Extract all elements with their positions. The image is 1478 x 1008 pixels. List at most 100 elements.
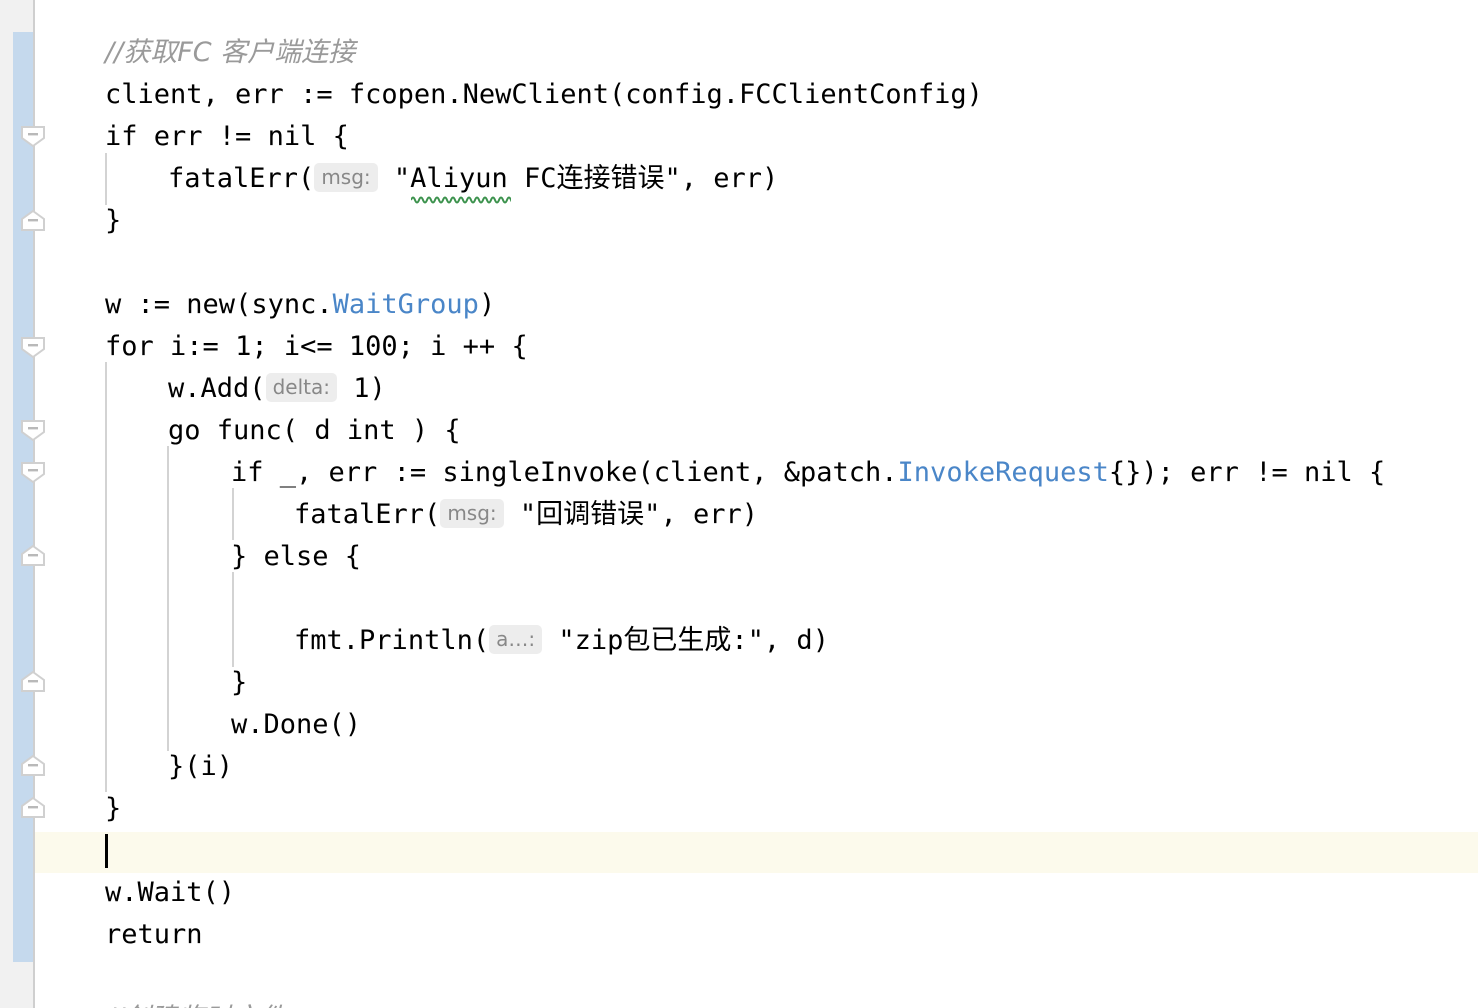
- line-fatal-err-callback[interactable]: fatalErr(msg: "回调错误", err): [0, 494, 758, 536]
- token-number: 1: [235, 331, 252, 362]
- token-keyword: return: [105, 919, 203, 950]
- token-function: Add: [200, 373, 250, 404]
- parameter-hint-chip[interactable]: a…:: [489, 625, 543, 654]
- token-package: config: [625, 79, 723, 110]
- token-variable: err: [328, 457, 378, 488]
- line-content: } else {: [0, 536, 361, 578]
- token-function: fatalErr: [168, 163, 299, 194]
- token-function: Wait: [137, 877, 203, 908]
- line-wait-group[interactable]: w := new(sync.WaitGroup): [0, 284, 495, 326]
- token-plain: (): [202, 877, 236, 908]
- token-comment: //获取FC 客户端连接: [105, 37, 356, 68]
- token-plain: :=: [377, 457, 443, 488]
- token-plain: ): [741, 499, 758, 530]
- token-function: Println: [359, 625, 473, 656]
- line-content: w.Done(): [0, 704, 361, 746]
- token-plain: (: [424, 499, 441, 530]
- token-plain: ): [369, 373, 386, 404]
- token-plain: {: [328, 541, 362, 572]
- line-content: }: [0, 200, 121, 242]
- line-fmt-println[interactable]: fmt.Println(a…: "zip包已生成:", d): [0, 620, 829, 662]
- line-wg-done[interactable]: w.Done(): [0, 704, 361, 746]
- token-package: fmt: [294, 625, 343, 656]
- token-plain: (: [472, 625, 490, 656]
- text-caret: [105, 834, 108, 868]
- token-plain: }: [231, 667, 248, 698]
- token-function: fatalErr: [294, 499, 425, 530]
- token-plain: w :=: [105, 289, 187, 320]
- line-new-client[interactable]: client, err := fcopen.NewClient(config.F…: [0, 74, 983, 116]
- line-wg-add[interactable]: w.Add(delta: 1): [0, 368, 386, 410]
- token-type: WaitGroup: [332, 289, 479, 320]
- token-keyword: if: [231, 457, 264, 488]
- token-number: 1: [353, 373, 370, 404]
- token-plain: {: [1352, 457, 1386, 488]
- token-function: NewClient: [462, 79, 609, 110]
- code-surface[interactable]: //获取FC 客户端连接 client, err := fcopen.NewCli…: [0, 0, 1478, 1008]
- parameter-hint-chip[interactable]: msg:: [440, 499, 504, 528]
- token-plain: .: [446, 79, 463, 110]
- token-function: Done: [263, 709, 329, 740]
- line-content: fatalErr(msg: "回调错误", err): [0, 494, 758, 538]
- line-caret-empty[interactable]: [0, 830, 105, 872]
- line-blank-3[interactable]: [0, 956, 105, 998]
- token-plain: i:=: [153, 331, 236, 362]
- token-plain: , err): [680, 163, 779, 194]
- line-content: return: [0, 914, 203, 956]
- line-close-for[interactable]: }: [0, 788, 121, 830]
- token-function: FCClientConfig: [739, 79, 967, 110]
- token-keyword: nil: [1303, 457, 1353, 488]
- token-plain: w.: [231, 709, 264, 740]
- line-comment-get-fc-client[interactable]: //获取FC 客户端连接: [0, 32, 355, 74]
- token-plain: (: [249, 373, 266, 404]
- line-go-func[interactable]: go func( d int ) {: [0, 410, 461, 452]
- line-content: //创建临时文件: [0, 998, 285, 1008]
- line-content: }: [0, 662, 247, 704]
- line-content: fmt.Println(a…: "zip包已生成:", d): [0, 620, 829, 664]
- token-plain: ; i ++ {: [397, 331, 528, 362]
- token-plain: ,: [660, 499, 693, 530]
- token-function: new: [186, 289, 236, 320]
- line-blank-2[interactable]: [0, 578, 105, 620]
- line-blank-1[interactable]: [0, 242, 105, 284]
- token-keyword: func: [216, 415, 282, 446]
- token-plain: }: [105, 793, 122, 824]
- line-content: for i:= 1; i<= 100; i ++ {: [0, 326, 528, 368]
- line-else[interactable]: } else {: [0, 536, 361, 578]
- token-comment: //创建临时文件: [105, 1003, 285, 1008]
- line-wg-wait[interactable]: w.Wait(): [0, 872, 235, 914]
- token-plain: ) {: [395, 415, 461, 446]
- line-content: }: [0, 788, 121, 830]
- token-plain: }: [231, 541, 264, 572]
- line-return[interactable]: return: [0, 914, 203, 956]
- line-fatal-err-connect[interactable]: fatalErr(msg: "Aliyun FC连接错误", err): [0, 158, 778, 200]
- token-plain: (: [608, 79, 626, 110]
- line-if-err-not-nil[interactable]: if err != nil {: [0, 116, 349, 158]
- token-keyword: else: [263, 541, 329, 572]
- token-plain: }: [105, 205, 122, 236]
- token-string: "回调错误": [519, 499, 661, 530]
- token-plain: .: [722, 79, 740, 110]
- line-content: fatalErr(msg: "Aliyun FC连接错误", err): [0, 158, 778, 202]
- parameter-hint-chip[interactable]: delta:: [265, 373, 337, 402]
- parameter-hint-chip[interactable]: msg:: [314, 163, 378, 192]
- token-function: singleInvoke: [442, 457, 638, 488]
- line-if-single-invoke[interactable]: if _, err := singleInvoke(client, &patch…: [0, 452, 1385, 494]
- line-clipped-comment[interactable]: //创建临时文件: [0, 998, 285, 1008]
- token-keyword: if: [105, 121, 138, 152]
- token-plain: (client, &: [637, 457, 800, 488]
- line-close-if-err[interactable]: }: [0, 200, 121, 242]
- token-plain: {: [316, 121, 349, 152]
- current-line-highlight: [35, 832, 1478, 873]
- line-close-go-func[interactable]: }(i): [0, 746, 233, 788]
- spell-squiggle-aliyun: [410, 190, 516, 209]
- token-plain: (: [235, 289, 252, 320]
- line-close-else[interactable]: }: [0, 662, 247, 704]
- line-for-loop[interactable]: for i:= 1; i<= 100; i ++ {: [0, 326, 528, 368]
- token-plain: ): [966, 79, 983, 110]
- token-plain: {});: [1108, 457, 1191, 488]
- token-plain: ( d: [281, 415, 347, 446]
- code-editor[interactable]: //获取FC 客户端连接 client, err := fcopen.NewCli…: [0, 0, 1478, 1008]
- token-variable: err: [692, 499, 742, 530]
